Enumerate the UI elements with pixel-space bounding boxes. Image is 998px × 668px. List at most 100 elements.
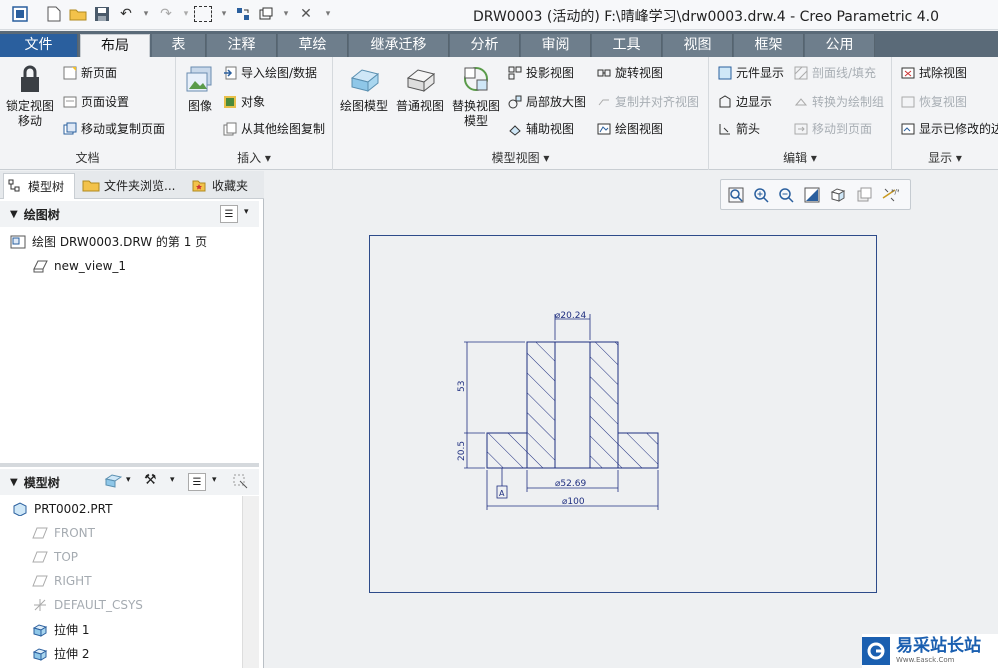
customize-toolbar-icon[interactable]: ▾ [318,4,338,24]
drawing-tree-settings-icon[interactable]: ☰ [220,205,238,223]
refit-icon[interactable] [727,186,745,204]
show-modified-edges-button[interactable]: 显示已修改的边 [900,120,998,137]
new-file-icon[interactable] [44,4,64,24]
convert-draw-group-button[interactable]: 转换为绘制组 [793,93,884,110]
drawing-tree-header[interactable]: ▼ 绘图树 ☰ ▾ [0,201,259,227]
group-label-model-views[interactable]: 模型视图 ▾ [333,149,708,166]
model-tree-settings-dropdown-icon[interactable]: ▾ [212,475,217,485]
save-icon[interactable] [92,4,112,24]
group-label-edit[interactable]: 编辑 ▾ [709,149,891,166]
undo-dropdown-icon[interactable]: ▾ [136,4,156,24]
tree-item-extrude-2[interactable]: 拉伸 2 [32,645,89,662]
tab-tools[interactable]: 工具 [592,34,662,57]
tab-layout[interactable]: 布局 [80,34,150,57]
tab-legacy-migration[interactable]: 继承迁移 [349,34,449,57]
erase-view-button[interactable]: 拭除视图 [900,64,967,81]
tab-review[interactable]: 审阅 [521,34,591,57]
lock-view-move-button[interactable]: 锁定视图 移动 [4,63,56,129]
saved-views-icon[interactable] [855,186,873,204]
tree-item-top[interactable]: TOP [32,549,78,565]
tab-framework[interactable]: 框架 [734,34,804,57]
model-tree-header[interactable]: ▼ 模型树 ▾ ⚒ ▾ ☰ ▾ [0,469,259,495]
replace-view-model-button[interactable]: 替换视图 模型 [449,63,503,129]
group-label-insert[interactable]: 插入 ▾ [176,149,332,166]
object-button[interactable]: 对象 [222,93,265,110]
detail-view-button[interactable]: 局部放大图 [507,93,586,110]
tree-item-extrude-1[interactable]: 拉伸 1 [32,621,89,638]
import-drawing-button[interactable]: 导入绘图/数据 [222,64,317,81]
element-display-button[interactable]: 元件显示 [717,64,784,81]
model-tree-show-dropdown-icon[interactable]: ▾ [126,475,131,485]
group-label-display[interactable]: 显示 ▾ [892,149,998,166]
auxiliary-view-button[interactable]: 辅助视图 [507,120,574,137]
collapse-icon[interactable]: ▼ [10,209,18,220]
model-tree-settings-icon[interactable]: ☰ [188,473,206,491]
edge-display-button[interactable]: 边显示 [717,93,772,110]
drawing-sheet[interactable]: ⌀20.24 53 20.5 ⌀52.69 ⌀100 A [369,235,877,593]
tab-table[interactable]: 表 [152,34,206,57]
dim-base-text[interactable]: 20.5 [457,441,467,461]
app-icon[interactable] [10,4,30,24]
datum-label[interactable]: A [499,489,505,498]
projection-view-button[interactable]: 投影视图 [507,64,574,81]
zoom-in-icon[interactable] [752,186,770,204]
tab-file[interactable]: 文件 [0,34,78,57]
model-tree-tools-icon[interactable]: ⚒ [144,472,157,488]
tab-view[interactable]: 视图 [663,34,733,57]
model-tree-filter-icon[interactable] [232,473,250,492]
open-folder-icon[interactable] [68,4,88,24]
page-setup-button[interactable]: 页面设置 [62,93,129,110]
zoom-out-icon[interactable] [777,186,795,204]
select-dropdown-icon[interactable]: ▾ [214,4,234,24]
tree-item-front[interactable]: FRONT [32,525,95,541]
tree-item-default-csys[interactable]: DEFAULT_CSYS [32,597,143,613]
drawing-canvas[interactable]: */* [265,171,998,668]
tree-item-new-view[interactable]: new_view_1 [32,258,126,274]
drawing-view-svg[interactable]: ⌀20.24 53 20.5 ⌀52.69 ⌀100 A [370,236,878,594]
dim-top-text[interactable]: ⌀20.24 [555,311,586,321]
regenerate-icon[interactable] [233,4,253,24]
select-box-icon[interactable] [194,6,212,22]
redo-dropdown-icon[interactable]: ▾ [176,4,196,24]
undo-icon[interactable]: ↶ [116,4,136,24]
model-tree-scrollbar[interactable] [242,496,259,668]
windows-icon[interactable] [256,4,276,24]
model-tree-show-icon[interactable] [104,473,123,492]
tab-analysis[interactable]: 分析 [450,34,520,57]
tab-model-tree[interactable]: 模型树 [3,173,75,199]
image-button[interactable]: 图像 [180,63,220,114]
tab-sketch[interactable]: 草绘 [278,34,348,57]
drawing-tree-settings-dropdown-icon[interactable]: ▾ [244,207,249,217]
move-copy-page-button[interactable]: 移动或复制页面 [62,120,165,137]
tab-favorites[interactable]: 收藏夹 [188,173,260,199]
repaint-icon[interactable] [803,186,821,204]
display-style-icon[interactable] [829,186,847,204]
redo-icon[interactable]: ↷ [156,4,176,24]
dim-total-text[interactable]: ⌀100 [562,497,585,507]
tree-item-right[interactable]: RIGHT [32,573,92,589]
move-to-page-button[interactable]: 移动到页面 [793,120,872,137]
resume-view-button[interactable]: 恢复视图 [900,93,967,110]
close-window-icon[interactable]: ✕ [296,4,316,24]
panel-divider[interactable] [0,463,259,467]
general-view-button[interactable]: 普通视图 [395,63,445,114]
tab-common[interactable]: 公用 [805,34,875,57]
tab-folder-browser[interactable]: 文件夹浏览... [78,173,184,199]
copy-from-drawing-button[interactable]: 从其他绘图复制 [222,120,325,137]
section-fill-button[interactable]: 剖面线/填充 [793,64,876,81]
windows-dropdown-icon[interactable]: ▾ [276,4,296,24]
tree-item-drawing-sheet[interactable]: 绘图 DRW0003.DRW 的第 1 页 [10,233,207,250]
model-tree-collapse-icon[interactable]: ▼ [10,477,18,488]
tab-annotate[interactable]: 注释 [207,34,277,57]
dim-height-text[interactable]: 53 [457,381,467,392]
drawing-model-button[interactable]: 绘图模型 [339,63,389,114]
copy-align-view-button[interactable]: 复制并对齐视图 [596,93,699,110]
model-tree-tools-dropdown-icon[interactable]: ▾ [170,475,175,485]
drawing-view-button[interactable]: 绘图视图 [596,120,663,137]
new-page-button[interactable]: 新页面 [62,64,117,81]
part-section[interactable] [486,341,659,469]
arrow-button[interactable]: 箭头 [717,120,760,137]
datum-display-icon[interactable]: */* [881,186,899,204]
dim-mid-text[interactable]: ⌀52.69 [555,479,586,489]
revolved-view-button[interactable]: 旋转视图 [596,64,663,81]
